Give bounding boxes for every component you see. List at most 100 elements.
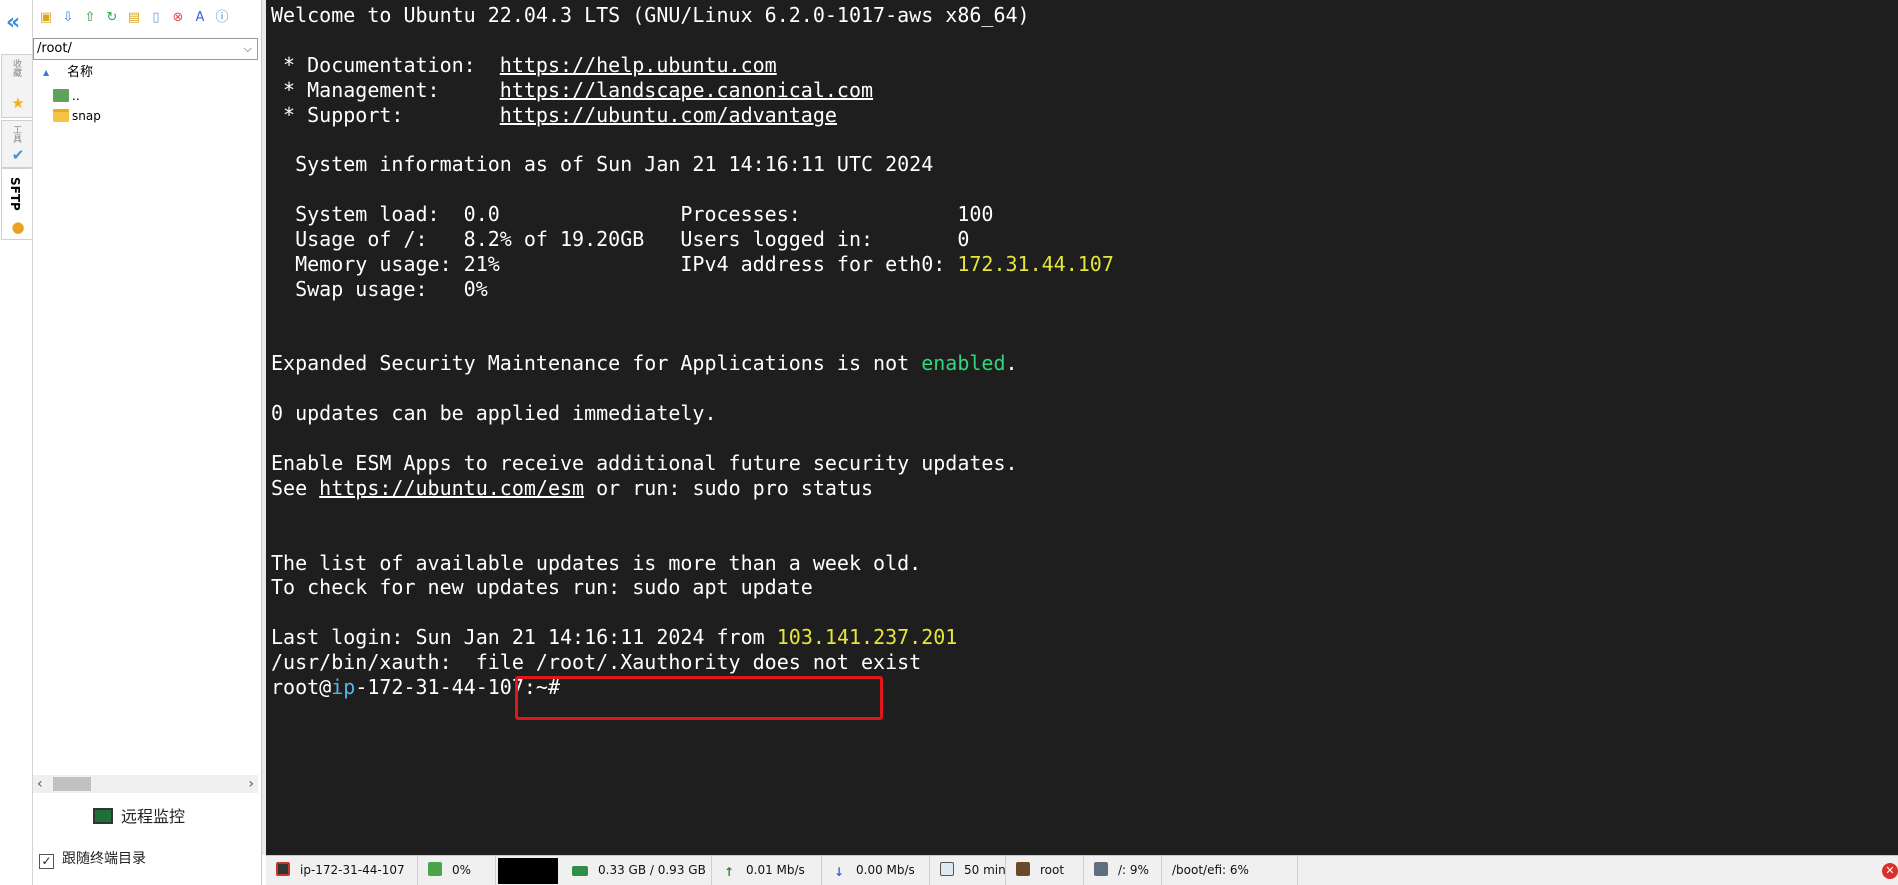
parent-folder-icon (53, 89, 69, 102)
terminal-text: System information as of Sun Jan 21 14:1… (271, 152, 934, 177)
terminal-link[interactable]: https://ubuntu.com/esm (319, 476, 584, 500)
upload-arrow-icon: ↑ (723, 865, 735, 879)
terminal-text: Usage of /: 8.2% of 19.20GB Users logged… (271, 227, 970, 252)
terminal-text: The list of available updates is more th… (271, 550, 922, 575)
info-icon[interactable]: ⓘ (213, 8, 231, 28)
sftp-panel: ▣ ⇩ ⇧ ↻ ▤ ▯ ⊗ A ⓘ /root/ ⌵ ▲ 名称 .. snap … (33, 0, 262, 885)
column-name-label: 名称 (67, 65, 94, 80)
file-name: .. (72, 89, 80, 103)
terminal-text: Swap usage: 0% (271, 276, 488, 301)
finalshell-window: « 收藏 ★ 工具 ✔ SFTP ● ▣ ⇩ ⇧ ↻ ▤ ▯ ⊗ A ⓘ /ro… (0, 0, 1898, 885)
follow-dir-label: 跟随终端目录 (62, 851, 146, 867)
terminal-text: root@ (271, 675, 332, 700)
terminal-text: Memory usage: 21% IPv4 address for eth0: (271, 251, 958, 276)
terminal-line: The list of available updates is more th… (271, 551, 1114, 576)
terminal-line: Usage of /: 8.2% of 19.20GB Users logged… (271, 227, 1114, 252)
scroll-left-icon[interactable]: ‹ (37, 775, 43, 793)
tab-sftp-label: SFTP (8, 177, 22, 211)
download-arrow-icon: ↓ (833, 865, 845, 879)
close-icon[interactable]: ✕ (1882, 863, 1898, 879)
path-input[interactable]: /root/ ⌵ (33, 38, 258, 60)
checkbox-checked-icon[interactable]: ✓ (39, 854, 54, 869)
chevron-down-icon[interactable]: ⌵ (244, 39, 252, 59)
tab-tools[interactable]: 工具 ✔ (1, 120, 32, 168)
new-file-icon[interactable]: ▯ (147, 8, 165, 28)
status-user-value: root (1040, 863, 1065, 877)
terminal-line: * Documentation: https://help.ubuntu.com (271, 53, 1114, 78)
status-download-value: 0.00 Mb/s (856, 863, 915, 877)
status-ping: 50 min (930, 856, 1006, 885)
tab-favorites[interactable]: 收藏 ★ (1, 54, 32, 118)
status-memory-value: 0.33 GB / 0.93 GB (598, 863, 706, 877)
terminal-icon (276, 862, 290, 876)
terminal-line: System information as of Sun Jan 21 14:1… (271, 152, 1114, 177)
status-disk-root: /: 9% (1084, 856, 1162, 885)
refresh-icon[interactable]: ↻ (103, 8, 121, 28)
file-row-parent[interactable]: .. (53, 86, 253, 106)
status-cpu: 0% (418, 856, 496, 885)
terminal-text: /usr/bin/xauth: file /root/.Xauthority d… (271, 650, 922, 675)
remote-monitor-label: 远程监控 (121, 807, 186, 826)
terminal-link[interactable]: https://landscape.canonical.com (500, 78, 873, 102)
monitor-icon (93, 808, 113, 824)
terminal-line: System load: 0.0 Processes: 100 (271, 202, 1114, 227)
terminal-text: . (1005, 351, 1018, 376)
horizontal-scrollbar[interactable]: ‹ › (33, 775, 258, 793)
upload-icon[interactable]: ⇧ (81, 8, 99, 28)
terminal-link[interactable]: https://help.ubuntu.com (500, 53, 777, 77)
terminal-text: Last login: Sun Jan 21 14:16:11 2024 fro… (271, 625, 777, 650)
terminal-text: See (271, 475, 320, 500)
status-disk-boot-value: /boot/efi: 6% (1172, 863, 1249, 877)
terminal-link[interactable]: https://ubuntu.com/advantage (500, 103, 837, 127)
scroll-right-icon[interactable]: › (248, 775, 254, 793)
screen-icon (940, 862, 954, 876)
terminal-view[interactable]: Welcome to Ubuntu 22.04.3 LTS (GNU/Linux… (266, 0, 1898, 855)
status-host[interactable]: ip-172-31-44-107 (266, 856, 418, 885)
new-folder-icon[interactable]: ▤ (125, 8, 143, 28)
terminal-text: ip (331, 675, 356, 700)
file-name: snap (72, 109, 101, 123)
terminal-line: Last login: Sun Jan 21 14:16:11 2024 fro… (271, 625, 1114, 650)
status-host-label: ip-172-31-44-107 (300, 863, 405, 877)
rename-icon[interactable]: A (191, 8, 209, 28)
terminal-text: 172.31.44.107 (957, 251, 1114, 276)
file-list-header[interactable]: ▲ 名称 (33, 62, 258, 84)
terminal-text: enabled (921, 351, 1006, 376)
status-download: ↓ 0.00 Mb/s (822, 856, 930, 885)
terminal-line: * Management: https://landscape.canonica… (271, 78, 1114, 103)
status-bar: ip-172-31-44-107 0% 0.33 GB / 0.93 GB ↑ 0… (266, 855, 1898, 885)
sftp-toolbar: ▣ ⇩ ⇧ ↻ ▤ ▯ ⊗ A ⓘ (37, 8, 231, 32)
terminal-line: Swap usage: 0% (271, 277, 1114, 302)
download-icon[interactable]: ⇩ (59, 8, 77, 28)
upload-folder-icon[interactable]: ▣ (37, 8, 55, 28)
side-tab-strip: « 收藏 ★ 工具 ✔ SFTP ● (0, 0, 33, 885)
status-disk-boot: /boot/efi: 6% (1162, 856, 1298, 885)
disk-icon (1094, 862, 1108, 876)
terminal-text: Enable ESM Apps to receive additional fu… (271, 451, 1018, 476)
file-row-snap[interactable]: snap (53, 106, 253, 126)
path-value: /root/ (37, 41, 72, 56)
tab-sftp[interactable]: SFTP ● (1, 168, 32, 240)
follow-terminal-dir-checkbox[interactable]: ✓ 跟随终端目录 (39, 848, 146, 870)
status-upload: ↑ 0.01 Mb/s (712, 856, 822, 885)
status-memory: 0.33 GB / 0.93 GB (562, 856, 712, 885)
tools-icon: ✔ (11, 146, 25, 164)
status-disk-root-value: /: 9% (1118, 863, 1149, 877)
sftp-dot-icon: ● (11, 218, 25, 236)
collapse-panel-icon[interactable]: « (6, 12, 28, 36)
remote-monitor-button[interactable]: 远程监控 (93, 804, 185, 830)
scrollbar-thumb[interactable] (53, 777, 91, 791)
delete-icon[interactable]: ⊗ (169, 8, 187, 28)
terminal-text: 0 updates can be applied immediately. (271, 401, 717, 426)
user-icon (1016, 862, 1030, 876)
terminal-text: * Documentation: (271, 52, 500, 77)
cpu-graph (498, 858, 558, 884)
terminal-text: To check for new updates run: sudo apt u… (271, 575, 813, 600)
